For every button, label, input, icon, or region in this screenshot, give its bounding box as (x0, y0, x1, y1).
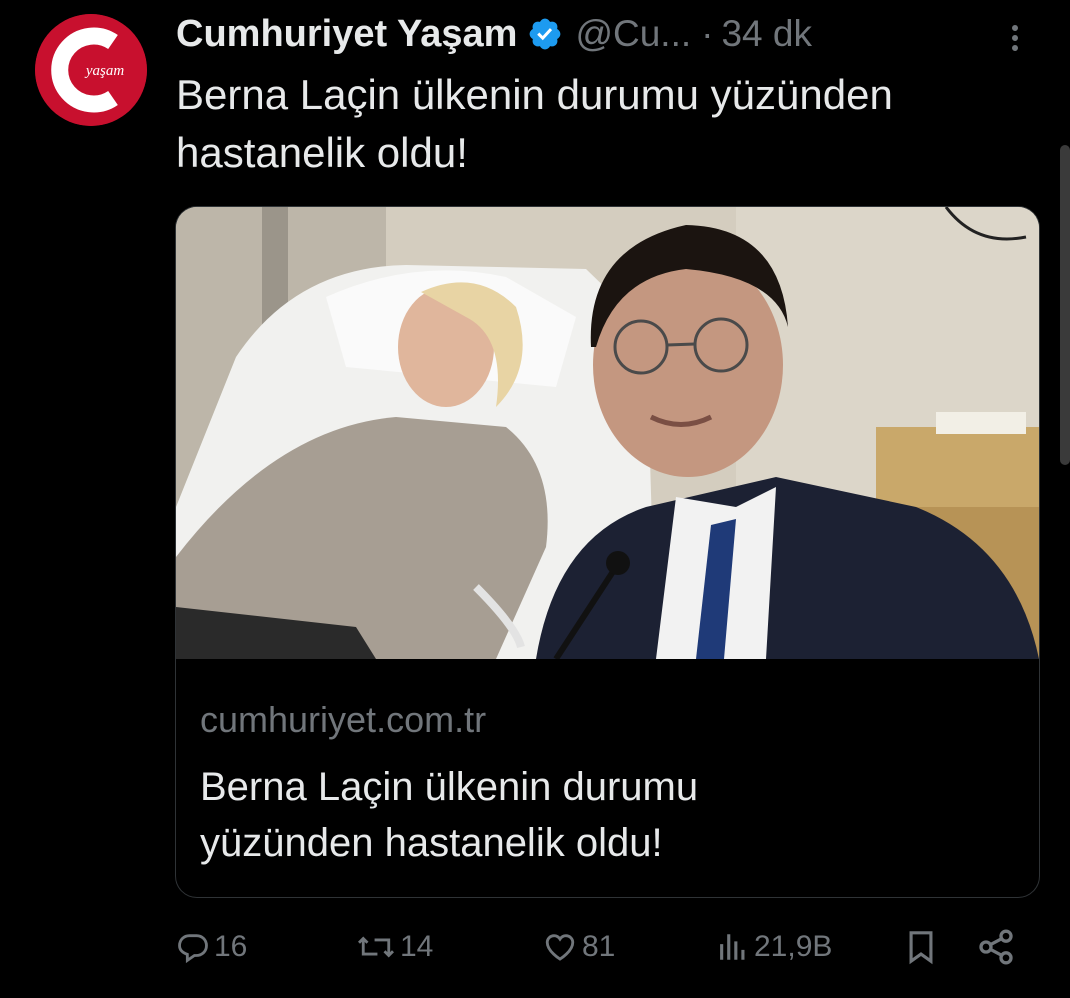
link-card[interactable]: cumhuriyet.com.tr Berna Laçin ülkenin du… (175, 206, 1040, 898)
views-button[interactable]: 21,9B (716, 922, 832, 972)
bookmark-button[interactable] (904, 922, 938, 972)
avatar-label: yaşam (84, 63, 124, 79)
share-button[interactable] (976, 922, 1016, 972)
account-handle[interactable]: @Cu... (575, 13, 691, 55)
heart-icon (545, 934, 575, 961)
reply-count: 16 (214, 930, 248, 963)
reply-icon (178, 934, 208, 964)
timestamp[interactable]: 34 dk (721, 13, 812, 55)
reply-button[interactable]: 16 (176, 922, 247, 972)
tweet-header: Cumhuriyet Yaşam @Cu... · 34 dk (176, 8, 812, 60)
repost-icon (357, 936, 395, 958)
scrollbar[interactable] (1060, 145, 1070, 465)
card-domain: cumhuriyet.com.tr (200, 699, 487, 740)
like-count: 81 (582, 930, 616, 963)
like-button[interactable]: 81 (542, 922, 615, 972)
repost-count: 14 (400, 930, 434, 963)
display-name[interactable]: Cumhuriyet Yaşam (176, 13, 517, 56)
tweet-text-line: hastanelik oldu! (176, 129, 468, 176)
hospital-photo-image (176, 207, 1039, 659)
more-icon[interactable] (1000, 18, 1030, 58)
card-title: Berna Laçin ülkenin durumu yüzünden hast… (200, 759, 1020, 871)
card-image[interactable] (176, 207, 1039, 659)
repost-button[interactable]: 14 (356, 922, 433, 972)
views-icon (720, 934, 745, 960)
card-title-line: yüzünden hastanelik oldu! (200, 821, 663, 865)
tweet-text: Berna Laçin ülkenin durumu yüzünden hast… (176, 66, 1036, 182)
separator-dot: · (701, 13, 714, 54)
cumhuriyet-logo-icon: yaşam (35, 14, 147, 126)
views-count: 21,9B (754, 930, 833, 963)
card-title-line: Berna Laçin ülkenin durumu (200, 765, 699, 809)
action-bar: 16 14 81 21,9B (176, 922, 1036, 972)
tweet-text-line: Berna Laçin ülkenin durumu yüzünden (176, 71, 893, 118)
bookmark-icon (909, 931, 933, 965)
share-icon (979, 929, 1013, 965)
verified-badge-icon (530, 18, 561, 50)
avatar[interactable]: yaşam (35, 14, 147, 126)
